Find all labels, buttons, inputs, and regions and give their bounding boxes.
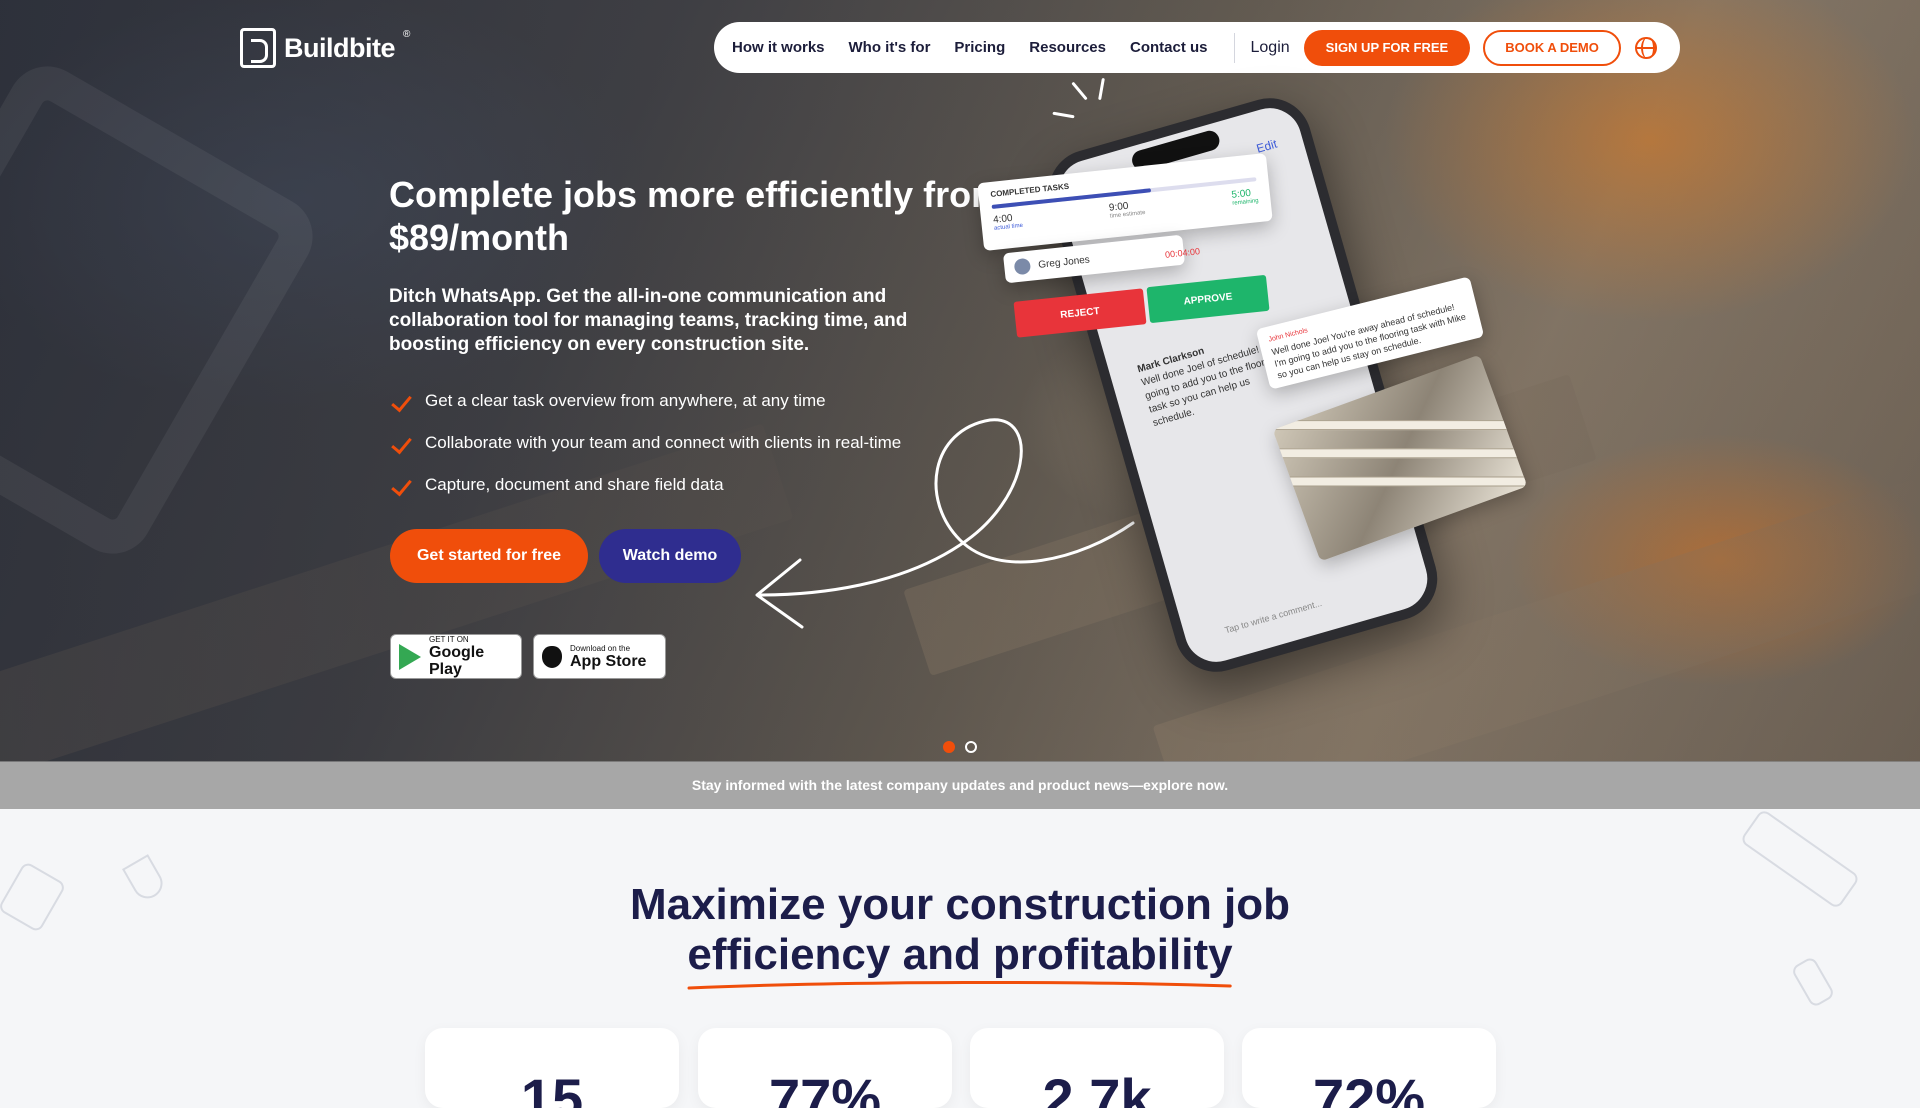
stat-value: 72% xyxy=(1312,1067,1426,1108)
section-title-line1: Maximize your construction job xyxy=(629,880,1291,929)
underline-swash xyxy=(687,980,1233,990)
section-title-line2-wrap: efficiency and profitability xyxy=(687,930,1233,990)
stat-value: 2.7k xyxy=(1042,1067,1152,1108)
photo-beam xyxy=(1272,420,1519,431)
carousel-dot-active[interactable] xyxy=(943,741,955,753)
stat-card: 15 xyxy=(425,1028,679,1108)
section-title-line2: efficiency and profitability xyxy=(687,930,1233,979)
time-remaining-label: remaining xyxy=(1232,198,1259,207)
stat-card: 2.7k xyxy=(970,1028,1224,1108)
carousel-dots xyxy=(943,741,977,753)
stat-value: 77% xyxy=(768,1067,882,1108)
photo-beam xyxy=(1272,448,1528,459)
stat-card: 72% xyxy=(1242,1028,1496,1108)
stat-card: 77% xyxy=(698,1028,952,1108)
carousel-dot[interactable] xyxy=(965,741,977,753)
avatar xyxy=(1013,257,1032,276)
section-title: Maximize your construction job efficienc… xyxy=(0,880,1920,990)
assignee-name: Greg Jones xyxy=(1037,253,1091,271)
comment-input: Tap to write a comment... xyxy=(1223,597,1323,636)
photo-beam xyxy=(1278,476,1528,487)
stat-value: 15 xyxy=(520,1067,584,1108)
hand-drawn-arrow xyxy=(755,418,1135,629)
hero-section: Buildbite ® How it works Who it's for Pr… xyxy=(0,0,1920,762)
news-banner[interactable]: Stay informed with the latest company up… xyxy=(0,761,1920,809)
